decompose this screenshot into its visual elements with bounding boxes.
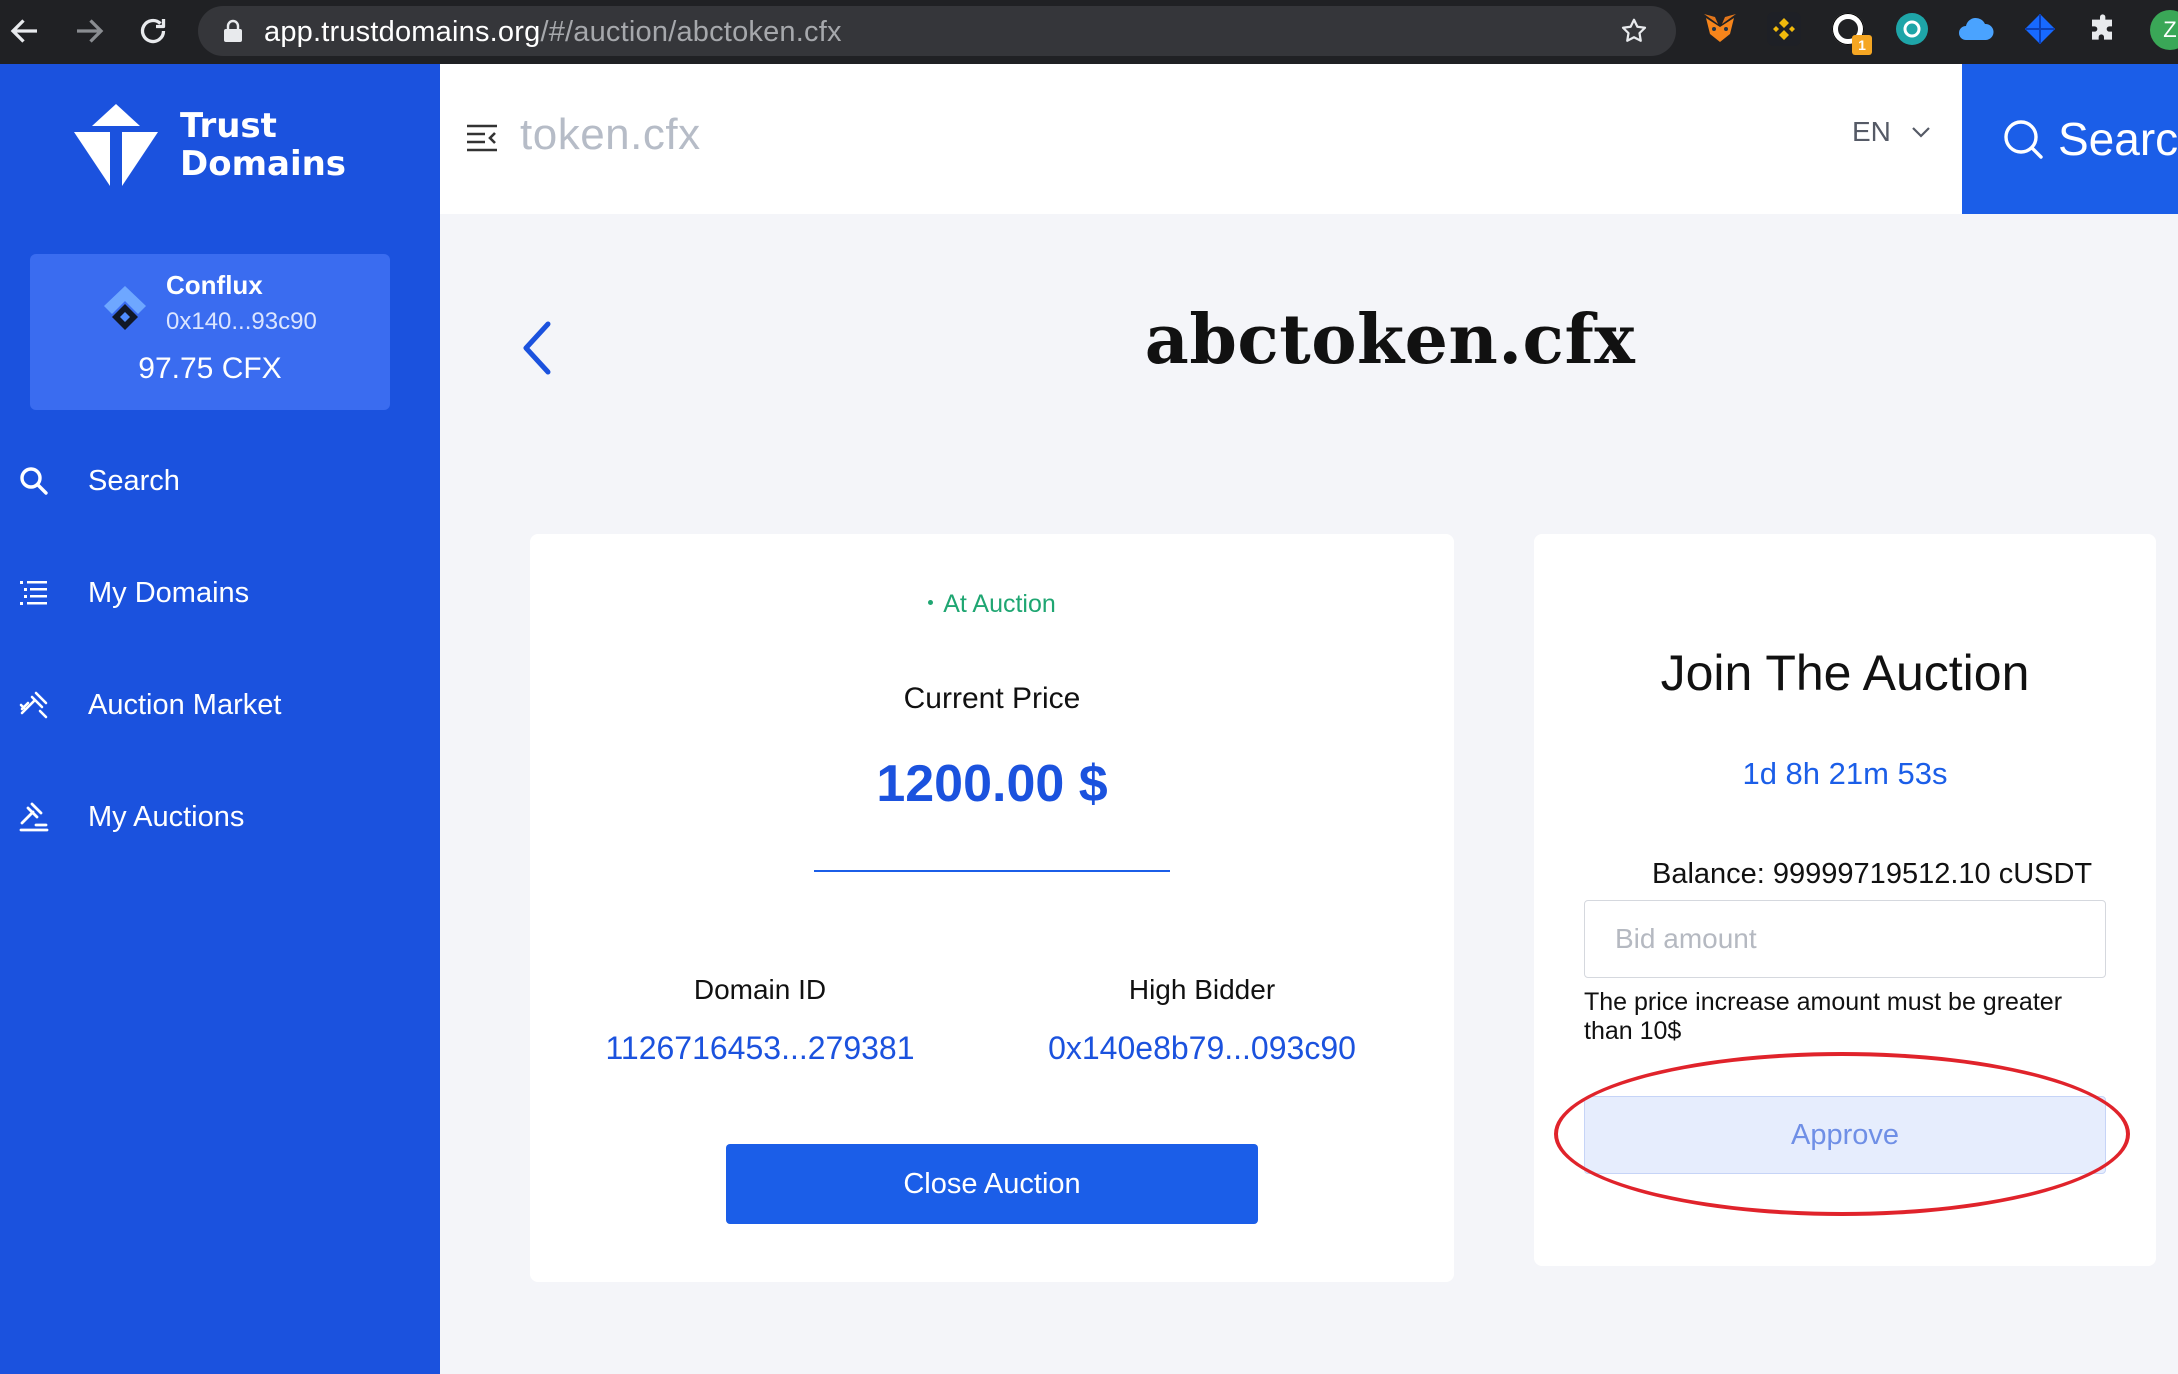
- bid-amount-input[interactable]: [1584, 900, 2106, 978]
- wallet-network-name: Conflux: [166, 270, 263, 300]
- forward-arrow-icon[interactable]: [64, 6, 114, 56]
- sidebar-item-my-auctions[interactable]: My Auctions: [0, 782, 440, 852]
- trust-domains-logo-icon: [74, 104, 158, 186]
- join-auction-card: Join The Auction 1d 8h 21m 53s Balance: …: [1534, 534, 2156, 1266]
- domain-id-value[interactable]: 1126716453...279381: [550, 1030, 970, 1067]
- sidebar-item-my-domains[interactable]: My Domains: [0, 558, 440, 628]
- url-text: app.trustdomains.org/#/auction/abctoken.…: [264, 16, 842, 49]
- puzzle-extensions-icon[interactable]: [2084, 9, 2124, 49]
- header-title: token.cfx: [520, 110, 701, 159]
- domain-id-label: Domain ID: [693, 974, 827, 1005]
- domain-id-block: Domain ID 1126716453...279381: [550, 974, 970, 1067]
- url-path: /#/auction/abctoken.cfx: [540, 16, 842, 48]
- search-button-label: Searc: [2058, 113, 2178, 165]
- current-price-value: 1200.00 $: [876, 755, 1108, 813]
- wallet-balance: 97.75 CFX: [138, 352, 282, 385]
- sidebar: Trust Domains Conflux 0x140...93c90 97.7…: [0, 64, 440, 1374]
- page-title: abctoken.cfx: [1144, 300, 1636, 380]
- approve-button[interactable]: Approve: [1584, 1096, 2106, 1174]
- status-badge: At Auction: [530, 590, 1454, 619]
- diamond-extension-icon[interactable]: [2020, 9, 2060, 49]
- address-bar[interactable]: app.trustdomains.org/#/auction/abctoken.…: [198, 6, 1676, 56]
- menu-fold-icon[interactable]: [464, 120, 500, 156]
- language-select[interactable]: EN: [1852, 116, 1933, 148]
- extension-badge: 1: [1852, 35, 1872, 55]
- current-price-label: Current Price: [903, 682, 1081, 715]
- sidebar-item-label: Search: [88, 464, 180, 497]
- auction-countdown: 1d 8h 21m 53s: [1742, 756, 1948, 791]
- metamask-icon[interactable]: [1700, 9, 1740, 49]
- binance-wallet-icon[interactable]: [1764, 9, 1804, 49]
- back-chevron-icon[interactable]: [514, 318, 558, 378]
- brand[interactable]: Trust Domains: [70, 100, 346, 190]
- brand-name-line1: Trust: [180, 106, 277, 146]
- token-balance: Balance: 99999719512.10 cUSDT: [1652, 858, 2093, 890]
- header-search-button[interactable]: Searc: [1962, 64, 2178, 214]
- wallet-card[interactable]: Conflux 0x140...93c90 97.75 CFX: [30, 254, 390, 410]
- conflux-portal-icon[interactable]: [1892, 9, 1932, 49]
- status-dot-icon: [928, 599, 934, 605]
- close-auction-button[interactable]: Close Auction: [726, 1144, 1258, 1224]
- status-text: At Auction: [943, 590, 1056, 618]
- auction-hammer-icon: [19, 802, 49, 832]
- join-auction-title: Join The Auction: [1660, 645, 2030, 701]
- profile-avatar[interactable]: Z: [2150, 10, 2178, 50]
- browser-toolbar: app.trustdomains.org/#/auction/abctoken.…: [0, 0, 2178, 64]
- back-arrow-icon[interactable]: [0, 6, 50, 56]
- chevron-down-icon: [1912, 127, 1930, 138]
- price-divider: [814, 870, 1170, 872]
- sidebar-item-auction-market[interactable]: Auction Market: [0, 670, 440, 740]
- brand-name-line2: Domains: [180, 144, 347, 184]
- high-bidder-label: High Bidder: [1128, 974, 1276, 1005]
- bid-hint-text: The price increase amount must be greate…: [1584, 988, 2063, 1045]
- search-icon: [20, 467, 48, 495]
- language-value: EN: [1852, 116, 1891, 147]
- list-icon: [20, 581, 47, 605]
- bookmark-star-icon[interactable]: [1618, 16, 1650, 46]
- top-header: token.cfx EN Searc: [440, 64, 2178, 214]
- sidebar-item-label: My Domains: [88, 576, 250, 609]
- reload-icon[interactable]: [128, 6, 178, 56]
- sidebar-item-label: My Auctions: [88, 800, 245, 833]
- search-icon: [2004, 120, 2043, 159]
- sidebar-item-label: Auction Market: [88, 688, 282, 721]
- wallet-address: 0x140...93c90: [166, 308, 317, 335]
- sidebar-item-search[interactable]: Search: [0, 446, 440, 516]
- conflux-logo-icon: [104, 286, 146, 330]
- auction-info-card: At Auction Current Price 1200.00 $ Domai…: [530, 534, 1454, 1282]
- high-bidder-value[interactable]: 0x140e8b79...093c90: [992, 1030, 1412, 1067]
- cloud-extension-icon[interactable]: [1956, 9, 1996, 49]
- gavel-icon: [19, 691, 48, 719]
- lock-icon: [224, 19, 242, 42]
- ring-extension-icon[interactable]: 1: [1828, 9, 1872, 55]
- url-host: app.trustdomains.org: [264, 16, 541, 48]
- high-bidder-block: High Bidder 0x140e8b79...093c90: [992, 974, 1412, 1067]
